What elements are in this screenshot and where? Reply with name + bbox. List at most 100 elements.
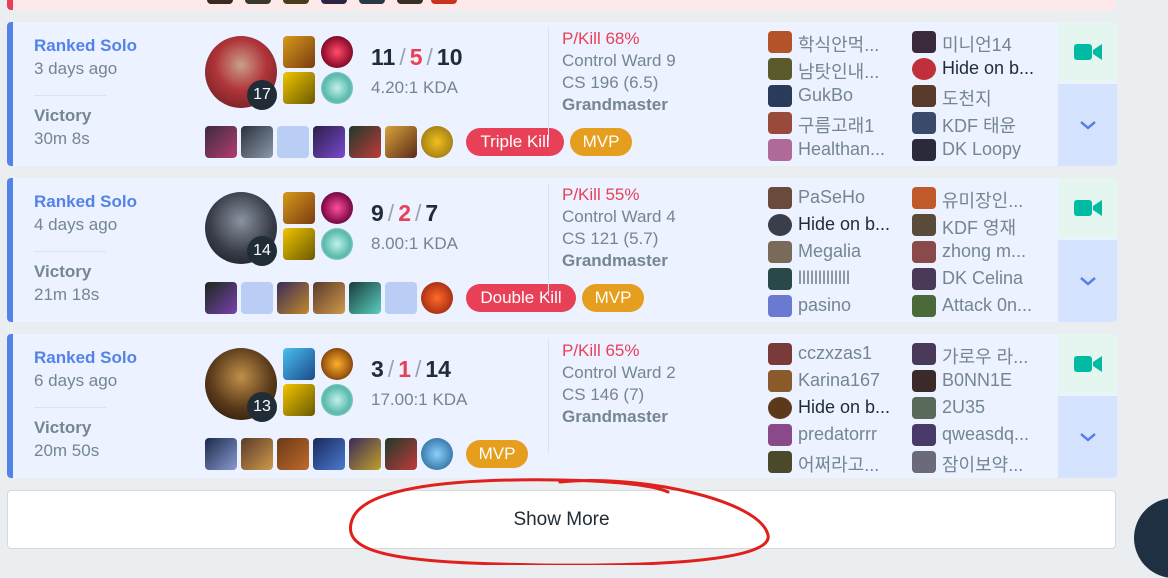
replay-video-button[interactable] (1058, 178, 1117, 238)
item-icon[interactable] (313, 282, 345, 314)
item-icon[interactable] (277, 282, 309, 314)
match-result: Victory (34, 418, 92, 437)
match-card[interactable]: Ranked Solo 3 days ago Victory 30m 8s 17… (7, 22, 1117, 166)
trinket-icon[interactable] (421, 438, 453, 470)
champion-icon (912, 214, 936, 236)
time-ago: 4 days ago (34, 215, 118, 234)
item-icon (321, 0, 347, 4)
team-blue: PaSeHo Hide on b... Megalia llllllllllll… (768, 184, 908, 319)
champion-icon (768, 451, 792, 473)
summoner-spell-icon[interactable] (283, 348, 315, 380)
expand-match-button[interactable] (1058, 240, 1117, 322)
champion-portrait[interactable]: 17 (205, 36, 277, 110)
queue-type: Ranked Solo (34, 192, 137, 211)
keystone-rune-icon[interactable] (321, 192, 353, 224)
secondary-rune-icon[interactable] (321, 228, 353, 260)
item-icon[interactable] (385, 438, 417, 470)
participant[interactable]: PaSeHo (768, 184, 908, 211)
participant[interactable]: 미니언14 (912, 28, 1052, 55)
participant[interactable]: 잠이보약... (912, 448, 1052, 475)
participant[interactable]: KDF 영재 (912, 211, 1052, 238)
item-icon[interactable] (241, 438, 273, 470)
participant[interactable]: 어쩌라고... (768, 448, 908, 475)
participant[interactable]: qweasdq... (912, 421, 1052, 448)
replay-video-button[interactable] (1058, 334, 1117, 394)
item-icon[interactable] (313, 438, 345, 470)
participant[interactable]: 구름고래1 (768, 109, 908, 136)
team-red: 미니언14 Hide on b... 도천지 KDF 태윤 DK Loopy (912, 28, 1052, 163)
item-icon[interactable] (313, 126, 345, 158)
item-icon[interactable] (241, 126, 273, 158)
participant-self[interactable]: Hide on b... (768, 394, 908, 421)
expand-match-button[interactable] (1058, 84, 1117, 166)
champion-portrait[interactable]: 13 (205, 348, 277, 422)
item-icon[interactable] (349, 282, 381, 314)
chevron-down-icon (1079, 277, 1096, 286)
item-icon (397, 0, 423, 4)
item-icon[interactable] (385, 126, 417, 158)
keystone-rune-icon[interactable] (321, 348, 353, 380)
champion-icon (768, 112, 792, 134)
trinket-icon[interactable] (421, 126, 453, 158)
participant[interactable]: 남탓인내... (768, 55, 908, 82)
champion-icon (912, 268, 936, 290)
participant[interactable]: 도천지 (912, 82, 1052, 109)
participant[interactable]: lllllllllllll (768, 265, 908, 292)
trinket-icon[interactable] (421, 282, 453, 314)
participant[interactable]: predatorrr (768, 421, 908, 448)
item-icon[interactable] (205, 438, 237, 470)
video-camera-icon (1073, 200, 1102, 216)
team-blue: 학식안먹... 남탓인내... GukBo 구름고래1 Healthan... (768, 28, 908, 163)
video-camera-icon (1073, 356, 1102, 372)
participant-self[interactable]: Hide on b... (912, 55, 1052, 82)
participant[interactable]: 가로우 라... (912, 340, 1052, 367)
replay-video-button[interactable] (1058, 22, 1117, 82)
participant[interactable]: Attack 0n... (912, 292, 1052, 319)
participant[interactable]: Megalia (768, 238, 908, 265)
item-icon[interactable] (277, 438, 309, 470)
item-icon[interactable] (349, 126, 381, 158)
item-icon[interactable] (205, 282, 237, 314)
item-icon[interactable] (205, 126, 237, 158)
expand-match-button[interactable] (1058, 396, 1117, 478)
participant[interactable]: zhong m... (912, 238, 1052, 265)
champion-icon (912, 397, 936, 419)
secondary-rune-icon[interactable] (321, 72, 353, 104)
participant[interactable]: Healthan... (768, 136, 908, 163)
match-duration: 21m 18s (34, 285, 100, 304)
match-card[interactable]: Ranked Solo 4 days ago Victory 21m 18s 1… (7, 178, 1117, 322)
participant[interactable]: cczxzas1 (768, 340, 908, 367)
secondary-rune-icon[interactable] (321, 384, 353, 416)
keystone-rune-icon[interactable] (321, 36, 353, 68)
match-card[interactable]: Ranked Solo 6 days ago Victory 20m 50s 1… (7, 334, 1117, 478)
champion-portrait[interactable]: 14 (205, 192, 277, 266)
summoner-spell-icon[interactable] (283, 36, 315, 68)
flash-spell-icon[interactable] (283, 72, 315, 104)
summoner-spell-icon[interactable] (283, 192, 315, 224)
kda-ratio: 17.00:1 KDA (371, 390, 468, 409)
kda-score: 3/1/14 (371, 356, 451, 382)
participant[interactable]: Karina167 (768, 367, 908, 394)
participant[interactable]: 학식안먹... (768, 28, 908, 55)
participant[interactable]: 2U35 (912, 394, 1052, 421)
item-icon[interactable] (349, 438, 381, 470)
champion-icon (768, 370, 792, 392)
match-stats: P/Kill 65% Control Ward 2 CS 146 (7) Gra… (548, 340, 762, 452)
average-tier: Grandmaster (562, 407, 668, 426)
participant[interactable]: DK Celina (912, 265, 1052, 292)
floating-action-button[interactable] (1134, 498, 1168, 578)
participant[interactable]: GukBo (768, 82, 908, 109)
show-more-button[interactable]: Show More (7, 490, 1116, 549)
flash-spell-icon[interactable] (283, 228, 315, 260)
flash-spell-icon[interactable] (283, 384, 315, 416)
participant[interactable]: DK Loopy (912, 136, 1052, 163)
participant[interactable]: 유미장인... (912, 184, 1052, 211)
participant-self[interactable]: Hide on b... (768, 211, 908, 238)
participant[interactable]: KDF 태윤 (912, 109, 1052, 136)
participant[interactable]: pasino (768, 292, 908, 319)
queue-type: Ranked Solo (34, 348, 137, 367)
participant[interactable]: B0NN1E (912, 367, 1052, 394)
assists: 7 (425, 200, 439, 226)
champion-icon (768, 343, 792, 365)
deaths: 5 (409, 44, 423, 70)
